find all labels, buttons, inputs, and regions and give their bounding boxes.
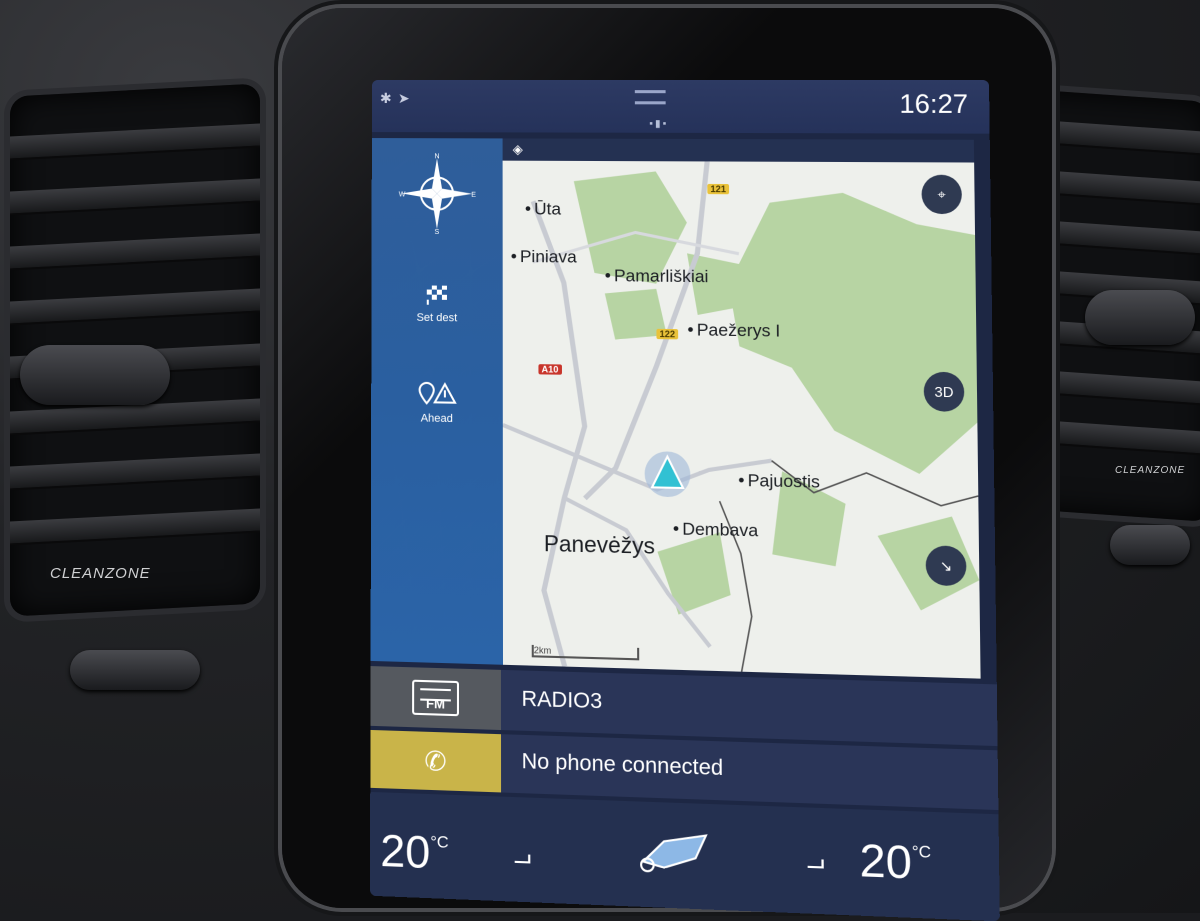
map-view[interactable]: Ūta Piniava Pamarliškiai Paežerys I Paju… (502, 160, 981, 679)
place-label: Pamarliškiai (605, 266, 709, 287)
driver-seat-heat-icon[interactable]: ⨼ (513, 837, 531, 873)
radio-source-button[interactable]: FM (370, 666, 502, 731)
view-3d-button[interactable]: 3D (923, 371, 965, 412)
place-label: Paežerys I (687, 320, 781, 342)
road-number-badge: 122 (656, 328, 679, 340)
map-terrain (503, 161, 981, 679)
driver-temperature[interactable]: 20°C (380, 825, 448, 880)
checkered-flag-icon (426, 285, 447, 305)
status-bar: ✱ ➤ ▪▮▪ 16:27 (371, 80, 990, 134)
left-vent-handle[interactable] (20, 345, 170, 405)
vehicle-position-icon (644, 451, 691, 498)
waypoint-icon[interactable]: ◈ (513, 141, 523, 157)
place-label: Dembava (673, 519, 758, 542)
climate-fan-icon[interactable] (633, 824, 717, 880)
page-indicator: ▪▮▪ (649, 118, 669, 130)
infotainment-screen: ✱ ➤ ▪▮▪ 16:27 N S W E Set dest Ahead ◈ •… (370, 80, 1000, 921)
phone-button[interactable]: ✆ (370, 729, 502, 793)
road-number-badge: 121 (707, 183, 730, 195)
location-arrow-icon: ➤ (397, 90, 410, 107)
right-vent-wheel[interactable] (1110, 525, 1190, 565)
ahead-warning-icon (417, 381, 457, 406)
right-vent-brand: CLEANZONE (1115, 465, 1186, 476)
left-vent-brand: CLEANZONE (50, 565, 151, 582)
passenger-seat-heat-icon[interactable]: ⨼ (806, 841, 825, 878)
place-label: Pajuostis (738, 470, 821, 492)
svg-text:S: S (435, 229, 440, 234)
phone-status: No phone connected (521, 749, 724, 781)
left-vent-wheel[interactable] (70, 650, 200, 690)
svg-text:E: E (471, 192, 476, 199)
navigation-tile[interactable]: N S W E Set dest Ahead ◈ • Ūta • Piniava… (370, 138, 981, 679)
clock: 16:27 (899, 88, 969, 120)
road-number-badge: A10 (538, 364, 562, 375)
bluetooth-icon: ✱ (379, 90, 392, 107)
place-label: Ūta (525, 199, 561, 220)
ahead-label: Ahead (420, 412, 453, 426)
phone-handset-icon: ✆ (424, 744, 447, 777)
ahead-button[interactable]: Ahead (371, 380, 503, 426)
compass-orientation-button[interactable]: ⌖ (921, 174, 963, 215)
set-destination-button[interactable]: Set dest (371, 284, 502, 325)
expand-map-button[interactable]: ↘ (925, 545, 967, 587)
place-label: Piniava (511, 247, 577, 268)
city-label: Panevėžys (543, 530, 656, 559)
right-vent-handle[interactable] (1085, 290, 1195, 345)
compass-icon[interactable]: N S W E (397, 153, 478, 234)
top-pulldown-handle[interactable] (634, 90, 666, 105)
radio-station: RADIO3 (521, 687, 603, 714)
passenger-temperature[interactable]: 20°C (859, 835, 931, 891)
set-destination-label: Set dest (416, 311, 458, 325)
fm-radio-icon: FM (412, 679, 460, 717)
map-header-bar: ◈ (502, 138, 975, 163)
svg-text:W: W (399, 191, 406, 198)
svg-text:N: N (434, 153, 439, 160)
nav-sidebar: N S W E Set dest Ahead (370, 138, 504, 665)
